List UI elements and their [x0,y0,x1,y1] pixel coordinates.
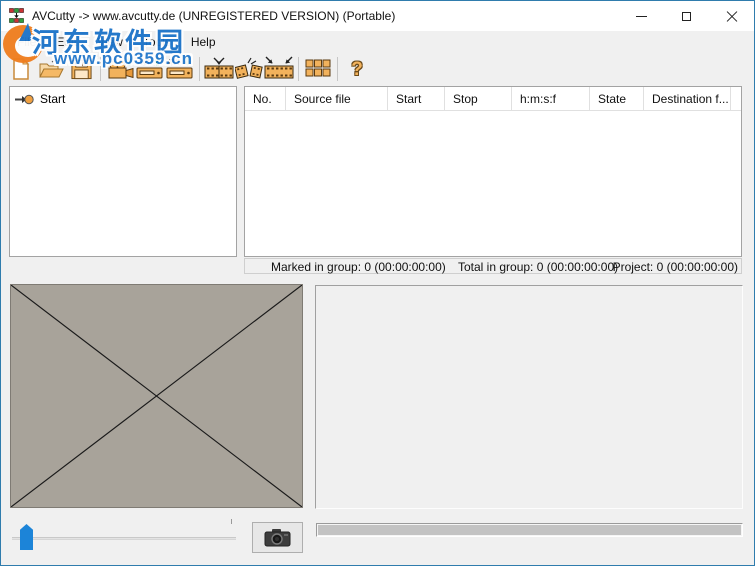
column-header-hmsf[interactable]: h:m:s:f [512,87,590,110]
menu-view[interactable]: View [87,33,133,51]
capture-video-button[interactable] [105,54,135,84]
column-header-stop[interactable]: Stop [445,87,512,110]
status-total-in-group: Total in group: 0 (00:00:00:00) [458,260,618,274]
cut-in-button[interactable] [204,54,234,84]
status-marked-in-group: Marked in group: 0 (00:00:00:00) [271,260,446,274]
menubar: File Edit View Tools Help [1,31,754,53]
column-header-no[interactable]: No. [245,87,286,110]
app-window: AVCutty -> www.avcutty.de (UNREGISTERED … [0,0,755,566]
avi-import-button[interactable]: AVI [135,54,165,84]
progress-bar-fill [318,525,741,535]
preview-placeholder-cross [11,285,302,507]
tree-item-start[interactable]: Start [12,91,234,107]
window-controls [619,1,754,31]
toolbar-separator [337,57,338,81]
svg-text:AVI: AVI [137,58,150,67]
cut-list-panel: No. Source file Start Stop h:m:s:f State… [244,86,742,257]
new-project-icon [10,57,32,81]
toolbar-separator [199,57,200,81]
new-project-button[interactable] [6,54,36,84]
column-header-start[interactable]: Start [388,87,445,110]
capture-video-icon [106,56,134,82]
info-panel [315,285,743,509]
menu-help[interactable]: Help [181,33,226,51]
toolbar-separator [298,57,299,81]
snapshot-button[interactable] [252,522,303,553]
start-group-icon [14,93,34,106]
maximize-icon [682,12,691,21]
seek-slider[interactable] [9,518,239,554]
close-icon [726,11,737,22]
cut-range-icon [264,56,294,82]
minimize-button[interactable] [619,1,664,31]
menu-file[interactable]: File [7,33,46,51]
save-project-icon [70,57,93,81]
column-header-state[interactable]: State [590,87,644,110]
seek-slider-thumb[interactable] [20,524,33,550]
cut-range-button[interactable] [264,54,294,84]
open-project-button[interactable] [36,54,66,84]
open-project-icon [38,57,64,81]
toolbar: AVI AVI [1,53,754,85]
group-tree-panel[interactable]: Start [9,86,237,257]
svg-text:AVI: AVI [167,58,180,67]
window-title: AVCutty -> www.avcutty.de (UNREGISTERED … [32,9,395,23]
close-button[interactable] [709,1,754,31]
help-button[interactable]: ? [342,54,372,84]
status-strip: Marked in group: 0 (00:00:00:00) Total i… [244,258,742,274]
help-icon: ? [351,60,363,79]
cut-list-header: No. Source file Start Stop h:m:s:f State… [245,87,741,111]
save-project-button[interactable] [66,54,96,84]
menu-tools[interactable]: Tools [133,33,181,51]
minimize-icon [636,16,647,17]
seek-slider-track[interactable] [12,537,236,540]
toolbar-separator [100,57,101,81]
titlebar: AVCutty -> www.avcutty.de (UNREGISTERED … [1,1,754,31]
maximize-button[interactable] [664,1,709,31]
tree-item-label: Start [38,92,67,106]
column-header-filler [731,87,741,110]
cut-scene-icon [235,56,263,82]
column-header-source-file[interactable]: Source file [286,87,388,110]
cut-list-body[interactable] [245,111,741,256]
cut-in-icon [204,56,234,82]
progress-bar [316,523,743,537]
menu-edit[interactable]: Edit [46,33,87,51]
camera-icon [264,527,292,549]
cut-scene-button[interactable] [234,54,264,84]
column-header-destination[interactable]: Destination f... [644,87,731,110]
avi-export-icon: AVI [166,56,194,82]
status-project: Project: 0 (00:00:00:00) [613,260,738,274]
video-preview [10,284,303,508]
frame-grid-icon [305,58,331,80]
seek-slider-tick [231,519,232,524]
app-icon [9,8,25,24]
frame-grid-button[interactable] [303,54,333,84]
avi-export-button[interactable]: AVI [165,54,195,84]
avi-import-icon: AVI [136,56,164,82]
